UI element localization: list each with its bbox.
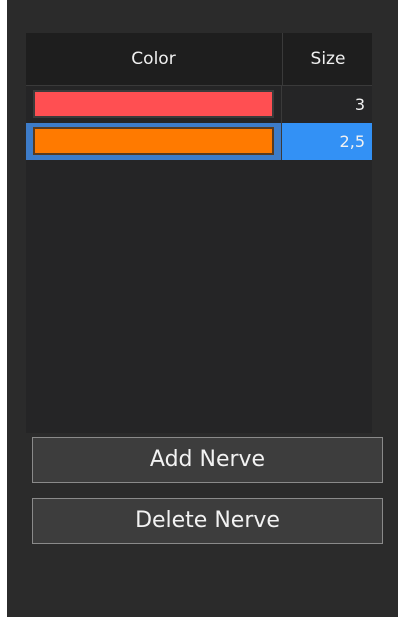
delete-nerve-button[interactable]: Delete Nerve — [32, 498, 383, 544]
color-cell[interactable] — [26, 123, 281, 160]
table-row-selected[interactable]: 2,5 — [26, 123, 372, 160]
grid-header: Color Size — [26, 33, 372, 86]
size-cell[interactable]: 3 — [281, 86, 372, 123]
column-header-color[interactable]: Color — [26, 33, 281, 85]
nerve-panel: Color Size 3 2,5 Add Nerve Delete Nerve — [7, 0, 398, 617]
color-swatch[interactable] — [33, 127, 274, 155]
add-nerve-button[interactable]: Add Nerve — [32, 437, 383, 483]
column-header-size[interactable]: Size — [282, 33, 373, 85]
table-row[interactable]: 3 — [26, 86, 372, 123]
size-cell[interactable]: 2,5 — [281, 123, 372, 160]
color-swatch[interactable] — [33, 90, 274, 118]
color-cell[interactable] — [26, 86, 281, 123]
nerve-grid: Color Size 3 2,5 — [26, 33, 372, 433]
